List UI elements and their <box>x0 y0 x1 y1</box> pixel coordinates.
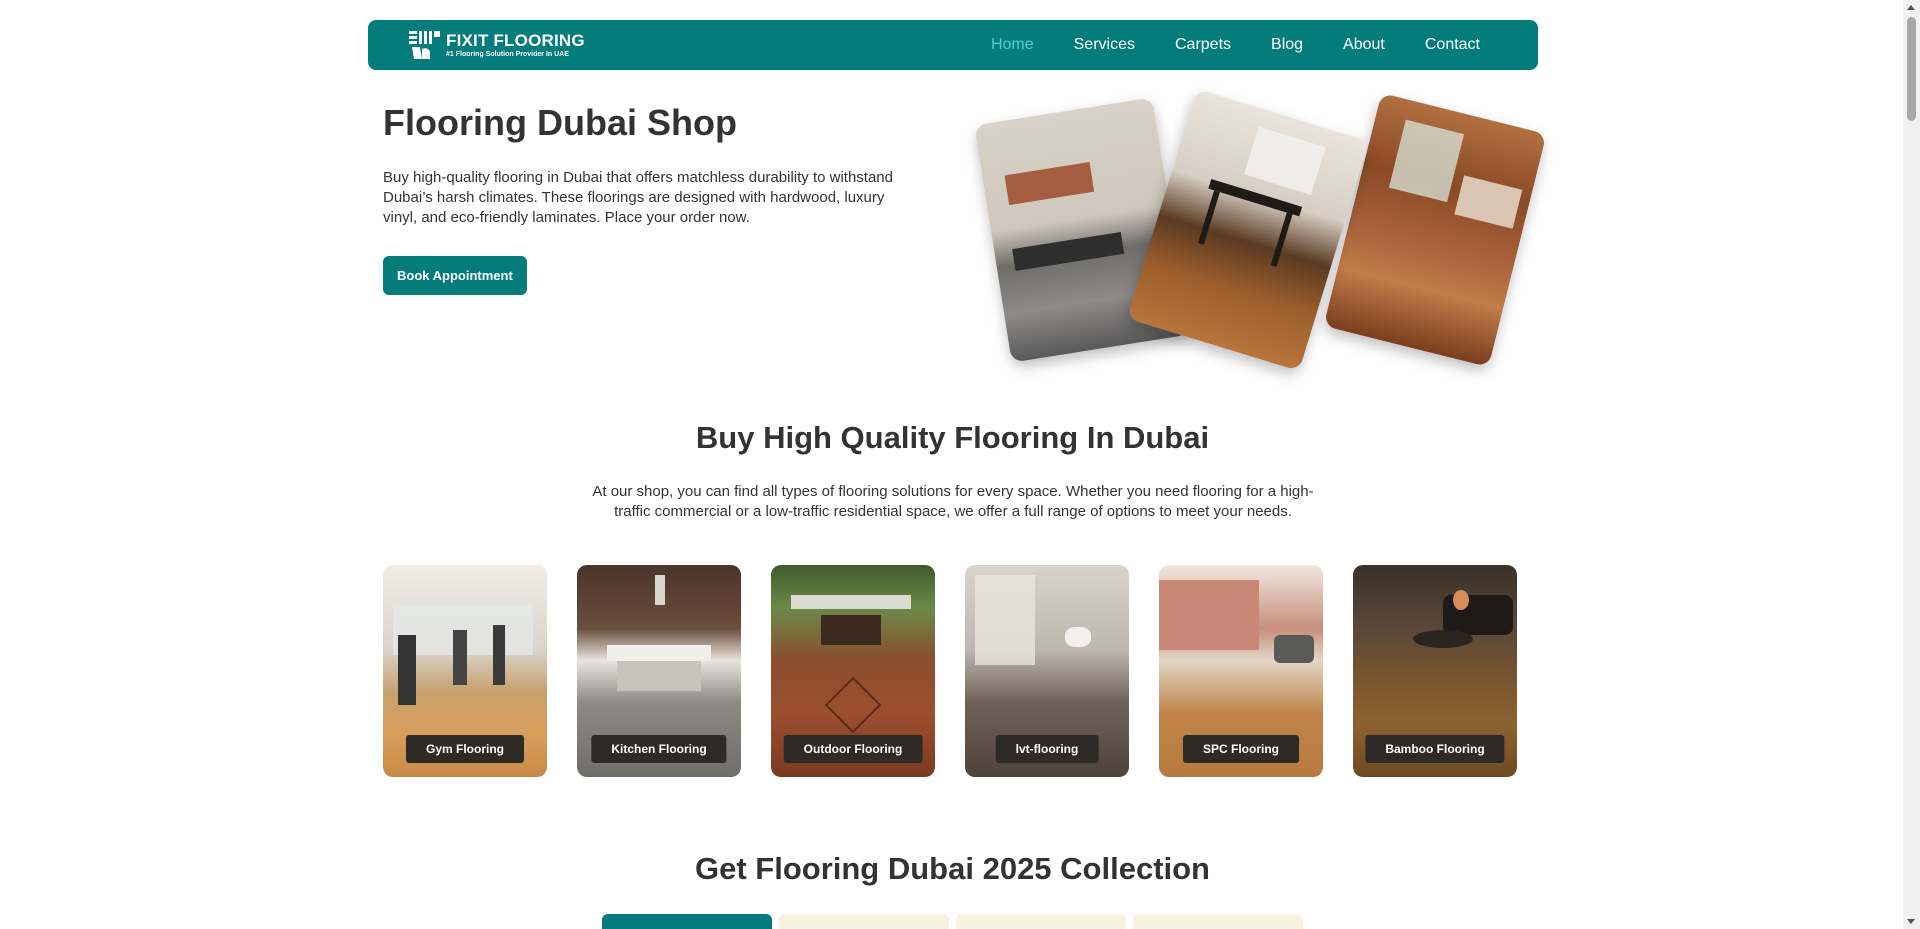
brand-tagline: #1 Flooring Solution Provider In UAE <box>446 50 569 58</box>
page-scrollbar[interactable] <box>1903 0 1920 929</box>
category-card-lvt[interactable]: lvt-flooring <box>965 565 1129 777</box>
top-navbar: FIXIT FLOORING #1 Flooring Solution Prov… <box>368 20 1538 70</box>
hero-description: Buy high-quality flooring in Dubai that … <box>383 169 893 226</box>
nav-item-contact[interactable]: Contact <box>1425 36 1480 53</box>
category-label-spc: SPC Flooring <box>1183 735 1299 763</box>
nav-item-home[interactable]: Home <box>991 36 1034 53</box>
nav-item-about[interactable]: About <box>1343 36 1385 53</box>
collection-tab-4[interactable] <box>1133 914 1303 929</box>
category-card-kitchen[interactable]: Kitchen Flooring <box>577 565 741 777</box>
category-label-bamboo: Bamboo Flooring <box>1365 735 1505 763</box>
book-appointment-button[interactable]: Book Appointment <box>383 256 527 295</box>
collection-tabs <box>602 914 1303 929</box>
category-card-outdoor[interactable]: Outdoor Flooring <box>771 565 935 777</box>
category-label-outdoor: Outdoor Flooring <box>783 735 923 763</box>
hero-image-wood-flooring-dining-room <box>1126 88 1370 372</box>
category-card-bamboo[interactable]: Bamboo Flooring <box>1353 565 1517 777</box>
scroll-up-arrow-icon[interactable] <box>1907 5 1915 10</box>
fixit-logo-icon <box>409 31 440 59</box>
category-label-lvt: lvt-flooring <box>995 735 1099 763</box>
category-card-spc[interactable]: SPC Flooring <box>1159 565 1323 777</box>
section-title: Buy High Quality Flooring In Dubai <box>695 420 1210 455</box>
hero-title: Flooring Dubai Shop <box>383 102 737 143</box>
collection-tab-1[interactable] <box>602 914 772 929</box>
collection-tab-3[interactable] <box>956 914 1126 929</box>
brand-logo[interactable]: FIXIT FLOORING #1 Flooring Solution Prov… <box>408 29 585 61</box>
collection-title: Get Flooring Dubai 2025 Collection <box>694 851 1210 886</box>
category-card-gym[interactable]: Gym Flooring <box>383 565 547 777</box>
scrollbar-thumb[interactable] <box>1907 17 1916 121</box>
nav-menu: Home Services Carpets Blog About Contact <box>991 36 1480 54</box>
category-label-gym: Gym Flooring <box>406 735 524 763</box>
nav-item-services[interactable]: Services <box>1074 36 1135 53</box>
flooring-categories: Gym Flooring Kitchen Flooring Outdoor Fl… <box>383 565 1517 777</box>
brand-name: FIXIT FLOORING <box>446 30 585 50</box>
category-label-kitchen: Kitchen Flooring <box>591 735 727 763</box>
collection-tab-2[interactable] <box>779 914 949 929</box>
nav-item-carpets[interactable]: Carpets <box>1175 36 1231 53</box>
section-description: At our shop, you can find all types of f… <box>592 483 1314 520</box>
scroll-down-arrow-icon[interactable] <box>1907 919 1915 924</box>
nav-item-blog[interactable]: Blog <box>1271 36 1303 53</box>
hero-image-parquet-flooring-bedroom <box>1323 93 1547 367</box>
